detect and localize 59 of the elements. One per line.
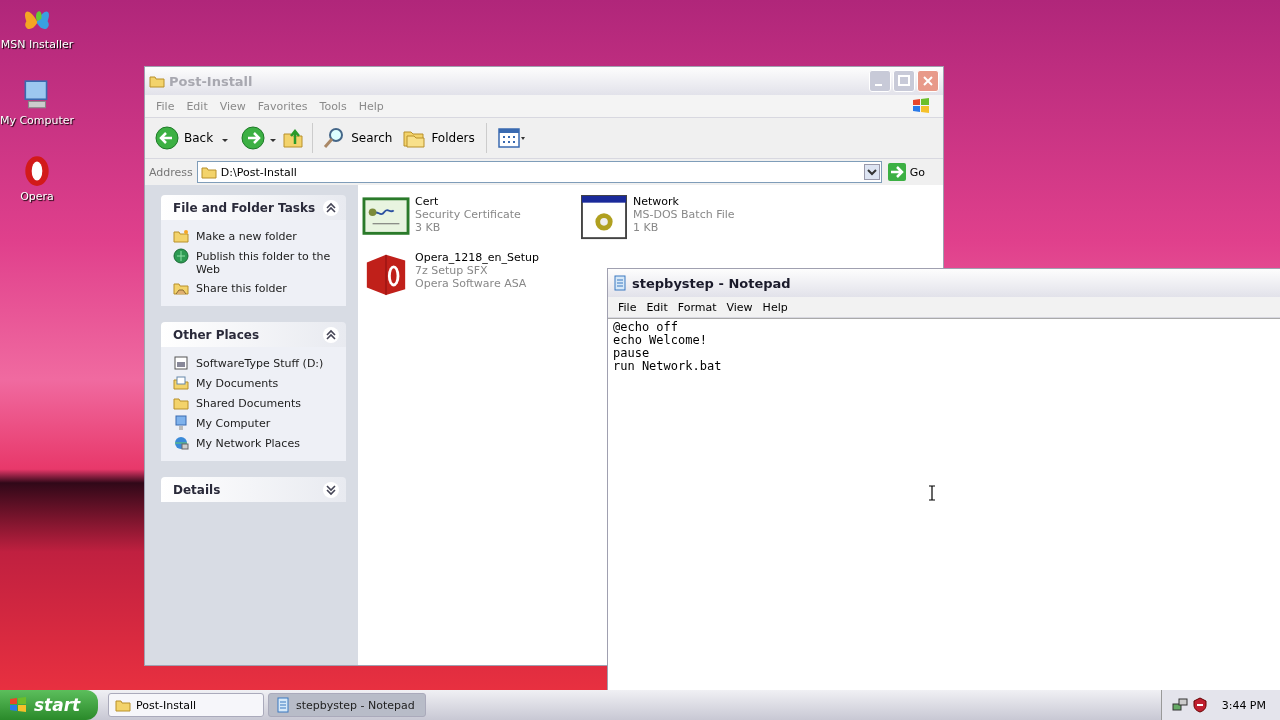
shield-icon[interactable] [1191, 697, 1208, 713]
menu-item[interactable]: Format [673, 300, 723, 314]
file-detail: Opera Software ASA [415, 277, 528, 290]
address-label: Address [149, 165, 193, 179]
task-link[interactable]: Make a new folder [196, 228, 297, 243]
task-link[interactable]: My Computer [196, 415, 271, 430]
text-line: pause [613, 347, 651, 360]
menu-item[interactable]: File [614, 300, 643, 314]
task-link[interactable]: Publish this folder to the Web [196, 248, 336, 276]
text-line: run Network.bat [613, 360, 723, 373]
maximize-icon [898, 75, 910, 86]
drive-icon [173, 355, 189, 371]
documents-icon [173, 375, 189, 391]
go-arrow-icon [887, 163, 906, 181]
file-type: Security Certificate [415, 208, 521, 221]
text-line: echo Welcome! [613, 334, 708, 347]
clock: 3:44 PM [1221, 698, 1266, 712]
dropdown-button[interactable] [863, 164, 880, 180]
file-detail: 1 KB [633, 221, 660, 234]
task-link[interactable]: Share this folder [196, 280, 287, 295]
desktop-icon-label[interactable]: Opera [20, 190, 54, 203]
desktop-icon-label[interactable]: MSN Installer [0, 38, 74, 51]
windows-logo-icon [911, 96, 931, 116]
file-type: 7z Setup SFX [415, 264, 489, 277]
menu-item[interactable]: View [722, 300, 759, 314]
menu-item[interactable]: Help [758, 300, 794, 314]
network-icon[interactable] [1171, 697, 1188, 713]
close-icon [923, 76, 933, 86]
text-editor[interactable]: @echo off echo Welcome! pause run Network.bat [608, 318, 1280, 691]
window-title: stepbystep - Notepad [632, 275, 791, 291]
shared-folder-icon [173, 280, 189, 296]
desktop-icon-label[interactable]: My Computer [0, 114, 75, 127]
globe-icon [173, 248, 189, 264]
task-link[interactable]: My Network Places [196, 435, 300, 450]
task-link[interactable]: SoftwareType Stuff (D:) [196, 355, 324, 370]
text-cursor-icon [928, 485, 936, 501]
folder-icon [173, 395, 189, 411]
folder-icon [149, 73, 165, 89]
panel-header[interactable]: Other Places [161, 322, 346, 347]
task-link[interactable]: My Documents [196, 375, 279, 390]
notepad-icon [612, 275, 628, 291]
task-link[interactable]: Shared Documents [196, 395, 301, 410]
folder-icon [115, 697, 131, 713]
taskbar-button[interactable]: Post-Install [108, 693, 264, 717]
menu-item[interactable]: Edit [642, 300, 674, 314]
network-icon [173, 435, 189, 451]
panel-header[interactable]: Details [161, 477, 346, 502]
folder-icon [173, 228, 189, 244]
computer-icon [173, 415, 189, 431]
taskbar-button[interactable]: stepbystep - Notepad [268, 693, 426, 717]
folder-icon [200, 164, 217, 180]
text-line: @echo off [613, 321, 680, 334]
file-type: MS-DOS Batch File [633, 208, 735, 221]
minimize-icon [875, 84, 882, 86]
panel-header[interactable]: File and Folder Tasks [161, 195, 346, 220]
windows-logo-icon [8, 695, 28, 715]
window-title: Post-Install [169, 73, 253, 89]
notepad-icon [275, 697, 291, 713]
file-detail: 3 KB [415, 221, 442, 234]
